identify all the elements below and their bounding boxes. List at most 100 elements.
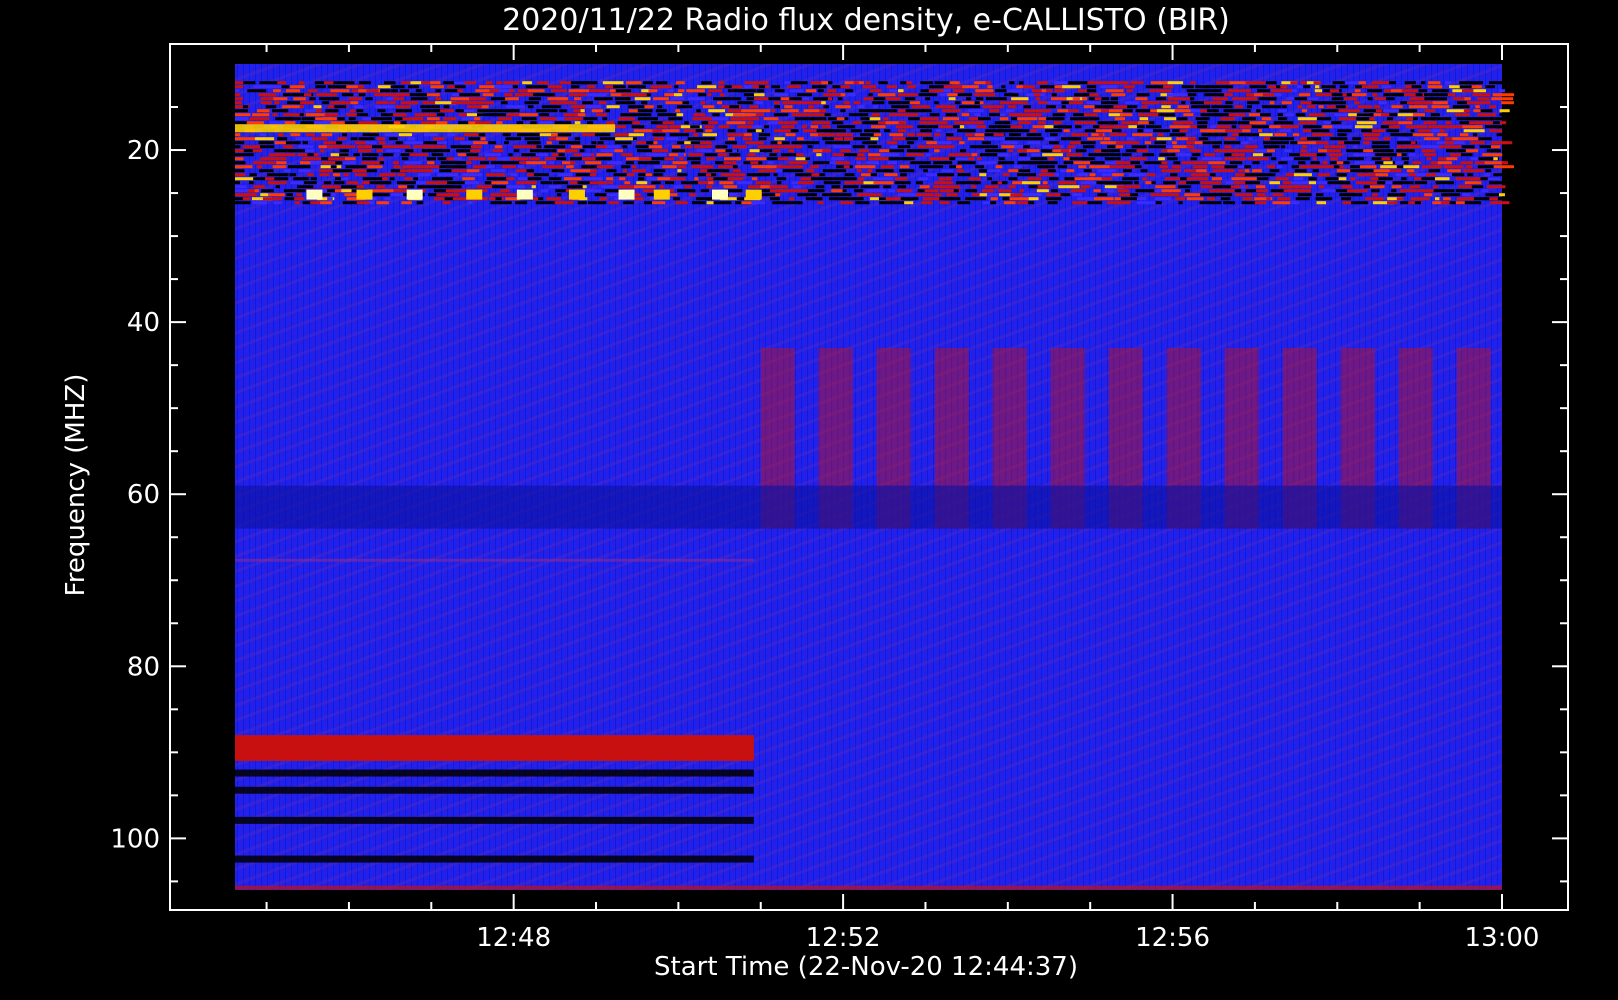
burst-cell (1008, 105, 1016, 109)
burst-cell (1077, 89, 1087, 93)
burst-cell (320, 201, 332, 205)
burst-cell (1373, 105, 1380, 109)
burst-cell (414, 113, 437, 117)
burst-cell (1313, 81, 1321, 85)
burst-cell (488, 141, 497, 145)
burst-cell (1381, 85, 1392, 89)
burst-cell (1215, 81, 1232, 85)
burst-cell (773, 173, 778, 177)
burst-cell (1060, 193, 1071, 197)
burst-cell (350, 109, 356, 113)
burst-cell (677, 165, 687, 169)
burst-cell (235, 181, 241, 185)
burst-cell (939, 201, 950, 205)
burst-cell (698, 93, 707, 97)
burst-cell (1244, 165, 1251, 169)
burst-cell (1254, 201, 1267, 205)
burst-cell (934, 133, 941, 137)
burst-cell (391, 93, 411, 97)
burst-cell (1291, 181, 1309, 185)
burst-cell (522, 81, 533, 85)
burst-cell (817, 133, 836, 137)
burst-cell (944, 161, 953, 165)
burst-cell (1489, 129, 1503, 133)
burst-cell (302, 157, 322, 161)
burst-cell (395, 105, 411, 109)
burst-cell (1200, 193, 1222, 197)
burst-cell (1367, 89, 1383, 93)
burst-cell (410, 97, 428, 101)
burst-cell (840, 109, 846, 113)
burst-cell (628, 133, 645, 137)
burst-cell (272, 165, 287, 169)
burst-cell (694, 177, 699, 181)
burst-cell (966, 97, 972, 101)
burst-cell (993, 133, 1004, 137)
burst-cell (1054, 89, 1065, 93)
burst-cell (656, 125, 669, 129)
burst-cell (686, 157, 701, 161)
burst-cell (1322, 125, 1333, 129)
burst-cell (404, 141, 426, 145)
burst-cell (548, 177, 562, 181)
burst-cell (825, 129, 846, 133)
burst-cell (1364, 197, 1384, 201)
burst-cell (290, 133, 301, 137)
burst-cell (904, 201, 914, 205)
burst-cell (1205, 117, 1210, 121)
burst-cell (1395, 161, 1403, 165)
burst-cell (1467, 197, 1475, 201)
burst-cell (330, 193, 336, 197)
burst-cell (624, 181, 631, 185)
burst-cell (987, 85, 993, 89)
burst-cell (801, 125, 808, 129)
burst-cell (305, 133, 315, 137)
burst-cell (1028, 197, 1039, 201)
burst-cell (333, 145, 356, 149)
burst-cell (343, 173, 349, 177)
burst-cell (407, 185, 415, 189)
burst-cell (628, 101, 636, 105)
burst-cell (979, 173, 987, 177)
burst-cell (259, 169, 274, 173)
burst-cell (1456, 117, 1475, 121)
burst-cell (1285, 113, 1294, 117)
burst-cell (243, 81, 256, 85)
burst-cell (440, 109, 454, 113)
burst-cell (726, 121, 746, 125)
burst-cell (361, 161, 383, 165)
burst-cell (235, 177, 257, 181)
burst-cell (1058, 185, 1080, 189)
burst-cell (1361, 85, 1379, 89)
burst-cell (300, 101, 315, 105)
burst-cell (621, 165, 631, 169)
burst-cell (1117, 189, 1130, 193)
burst-cell (788, 161, 808, 165)
burst-cell (282, 105, 302, 109)
burst-cell (1047, 201, 1058, 205)
burst-cell (401, 121, 407, 125)
burst-cell (925, 153, 931, 157)
burst-cell (546, 93, 555, 97)
burst-cell (1136, 149, 1149, 153)
burst-cell (857, 105, 865, 109)
burst-cell (555, 97, 566, 101)
burst-cell (464, 81, 476, 85)
burst-cell (1141, 101, 1160, 105)
burst-cell (1058, 181, 1077, 185)
burst-cell (636, 141, 647, 145)
burst-cell (493, 149, 504, 153)
burst-cell (732, 149, 737, 153)
burst-cell (840, 93, 846, 97)
burst-cell (776, 165, 792, 169)
burst-cell (879, 201, 898, 205)
burst-cell (1023, 145, 1030, 149)
burst-cell (386, 181, 392, 185)
burst-cell (246, 121, 264, 125)
burst-cell (1230, 109, 1251, 113)
burst-cell (1186, 181, 1200, 185)
burst-cell (1441, 193, 1461, 197)
burst-cell (284, 109, 289, 113)
burst-cell (344, 157, 356, 161)
bottom-edge-band (235, 885, 1502, 890)
